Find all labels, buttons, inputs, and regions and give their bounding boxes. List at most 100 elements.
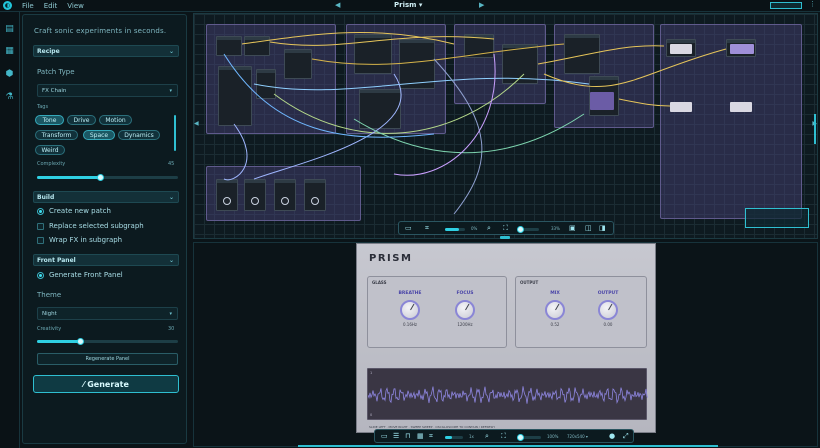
panel-title: PRISM xyxy=(369,253,413,264)
cable[interactable] xyxy=(223,123,248,181)
complexity-slider-thumb[interactable] xyxy=(97,174,104,181)
knob-output[interactable]: OUTPUT 0.00 xyxy=(586,291,630,327)
list-icon[interactable]: ☰ xyxy=(393,432,399,440)
creativity-slider[interactable] xyxy=(37,338,178,345)
cable[interactable] xyxy=(433,58,483,215)
complexity-slider[interactable] xyxy=(37,174,178,181)
cable[interactable] xyxy=(537,45,665,65)
pane-splitter[interactable] xyxy=(500,236,510,239)
knob-dial[interactable] xyxy=(545,300,565,320)
knob-dial[interactable] xyxy=(400,300,420,320)
next-patch-icon[interactable]: ▶ xyxy=(479,1,484,9)
fit-icon[interactable]: ⛶ xyxy=(503,224,508,233)
graph-opacity-thumb[interactable] xyxy=(517,226,524,233)
knob-label: BREATHE xyxy=(398,291,422,296)
creativity-value: 30 xyxy=(168,326,175,332)
tags-label: Tags xyxy=(37,104,49,110)
lock-icon[interactable]: ⊓ xyxy=(405,432,410,440)
knob-label: MIX xyxy=(550,291,560,296)
status-meter xyxy=(770,2,802,9)
knob-dial[interactable] xyxy=(598,300,618,320)
cable[interactable] xyxy=(618,98,671,107)
tagline: Craft sonic experiments in seconds. xyxy=(34,27,167,35)
regenerate-panel-button[interactable]: Regenerate Panel xyxy=(37,353,178,365)
preview-zoom-fill xyxy=(445,436,453,439)
preview-zoom-slider[interactable] xyxy=(445,436,463,439)
grid-icon[interactable]: ⌗ xyxy=(429,432,433,441)
patch-graph-canvas[interactable]: ◀ ▶ xyxy=(193,13,818,239)
complexity-label: Complexity xyxy=(37,161,66,167)
tag-motion[interactable]: Motion xyxy=(99,115,132,125)
knob-breathe[interactable]: BREATHE 0.16Hz xyxy=(388,291,432,327)
graph-minimap[interactable] xyxy=(745,208,809,228)
theme-select[interactable]: Night ▾ xyxy=(37,307,178,320)
search-icon[interactable]: ⌕ xyxy=(487,224,491,233)
graph-zoom-slider[interactable] xyxy=(445,228,465,231)
complexity-value: 45 xyxy=(168,161,175,167)
generate-button[interactable]: ⁄ Generate xyxy=(33,375,179,393)
preview-opacity-slider[interactable] xyxy=(517,434,541,441)
cable[interactable] xyxy=(223,53,435,138)
section-front-panel[interactable]: Front Panel ⌄ xyxy=(33,254,179,266)
cable[interactable] xyxy=(311,43,565,65)
graph-opacity-slider[interactable] xyxy=(517,226,539,233)
search-icon[interactable]: ⌕ xyxy=(485,432,489,441)
tag-weird[interactable]: Weird xyxy=(35,145,65,155)
tag-tone[interactable]: Tone xyxy=(35,115,64,125)
chevron-down-icon: ⌄ xyxy=(168,48,174,55)
knob-focus[interactable]: FOCUS 1200Hz xyxy=(443,291,487,327)
create-new-patch-radio[interactable] xyxy=(37,208,44,215)
more-icon[interactable]: ⋮ xyxy=(809,0,816,8)
cube-icon[interactable]: ⬢ xyxy=(4,69,15,80)
tag-dynamics[interactable]: Dynamics xyxy=(118,130,160,140)
app-logo-icon[interactable]: ◐ xyxy=(3,1,12,10)
cable[interactable] xyxy=(253,77,590,91)
graph-scrollbar[interactable] xyxy=(814,114,816,144)
generate-front-panel-radio[interactable] xyxy=(37,272,44,279)
knob-label: FOCUS xyxy=(456,291,474,296)
sidebar-scrollbar[interactable] xyxy=(174,115,176,151)
chevron-down-icon: ▾ xyxy=(169,88,172,94)
complexity-slider-fill xyxy=(37,176,101,179)
record-icon[interactable]: ● xyxy=(609,432,615,440)
library-icon[interactable]: ▦ xyxy=(4,46,15,57)
files-icon[interactable]: ▤ xyxy=(4,24,15,35)
tag-transform[interactable]: Transform xyxy=(35,130,78,140)
creativity-slider-thumb[interactable] xyxy=(77,338,84,345)
node-icon[interactable]: ▭ xyxy=(405,224,412,232)
knob-value: 0.16Hz xyxy=(402,322,417,327)
chevron-down-icon: ⌄ xyxy=(168,257,174,264)
menu-file[interactable]: File xyxy=(22,2,34,10)
knob-mix[interactable]: MIX 0.52 xyxy=(533,291,577,327)
flask-icon[interactable]: ⚗ xyxy=(4,92,15,103)
panel-view-icon[interactable]: ◨ xyxy=(599,224,606,232)
replace-subgraph-checkbox[interactable] xyxy=(37,223,44,230)
graph-toolbar: ▭ ⌗ 0% ⌕ ⛶ 33% ▣ ◫ ◨ xyxy=(398,221,614,235)
section-build[interactable]: Build ⌄ xyxy=(33,191,179,203)
front-panel: PRISM GLASS BREATHE 0.16Hz FOCUS 1200Hz … xyxy=(356,243,656,433)
cable[interactable] xyxy=(543,48,727,87)
preview-opacity-thumb[interactable] xyxy=(517,434,524,441)
wrap-fx-checkbox[interactable] xyxy=(37,237,44,244)
menu-edit[interactable]: Edit xyxy=(44,2,58,10)
knob-label: OUTPUT xyxy=(597,291,619,296)
grid-icon[interactable]: ⌗ xyxy=(425,224,429,233)
expand-icon[interactable]: ⤢ xyxy=(623,432,629,441)
split-view-icon[interactable]: ◫ xyxy=(585,224,592,232)
tag-space[interactable]: Space xyxy=(83,130,115,140)
image-icon[interactable]: ▣ xyxy=(569,224,576,232)
resolution-select[interactable]: 720x540 ▾ xyxy=(567,434,588,439)
cable[interactable] xyxy=(393,53,496,176)
patch-type-select[interactable]: FX Chain ▾ xyxy=(37,84,178,97)
node-icon[interactable]: ▭ xyxy=(381,432,388,440)
cable[interactable] xyxy=(269,36,495,46)
section-recipe[interactable]: Recipe ⌄ xyxy=(33,45,179,57)
tag-drive[interactable]: Drive xyxy=(67,115,96,125)
fit-icon[interactable]: ⛶ xyxy=(501,432,506,441)
prev-patch-icon[interactable]: ◀ xyxy=(335,1,340,9)
menu-view[interactable]: View xyxy=(67,2,84,10)
layout-icon[interactable]: ▦ xyxy=(417,432,424,440)
project-title[interactable]: Prism ▾ xyxy=(394,1,422,9)
knob-dial[interactable] xyxy=(455,300,475,320)
preview-scrollbar[interactable] xyxy=(298,445,718,447)
